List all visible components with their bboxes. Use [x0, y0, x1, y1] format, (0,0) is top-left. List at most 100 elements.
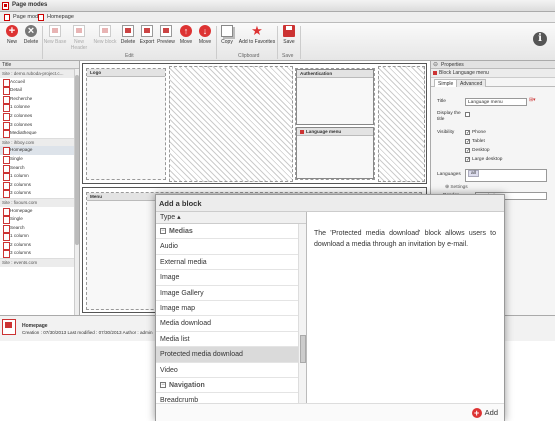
copy-button[interactable]: Copy: [215, 25, 239, 51]
tree-page-row[interactable]: Accueil: [0, 78, 79, 87]
block-type-row[interactable]: Audio: [156, 239, 306, 255]
save-button[interactable]: Save: [277, 25, 301, 51]
move-down-button[interactable]: ↓ Move: [193, 25, 217, 51]
tree-page-row[interactable]: 3 columns: [0, 189, 79, 198]
language-menu-block[interactable]: Language menu: [296, 127, 374, 179]
authentication-block[interactable]: Authentication: [296, 69, 374, 125]
block-description: The 'Protected media download' block all…: [314, 230, 496, 248]
new-base-button[interactable]: New Base: [43, 25, 67, 51]
scrollbar-thumb[interactable]: [300, 335, 306, 363]
new-block-label: New block: [93, 39, 117, 45]
block-type-row[interactable]: External media: [156, 255, 306, 271]
tab-advanced[interactable]: Advanced: [456, 79, 487, 87]
window-title: Page modes: [12, 2, 48, 8]
display-title-checkbox[interactable]: [465, 112, 470, 117]
category-group-row[interactable]: − Navigation: [156, 378, 306, 394]
visibility-large-desktop-checkbox[interactable]: ✓: [465, 157, 470, 163]
tree-header: Title: [0, 61, 79, 69]
visibility-large-desktop-label: Large desktop: [472, 157, 503, 162]
title-input[interactable]: Language menu: [465, 98, 527, 106]
info-icon[interactable]: i: [533, 32, 547, 46]
edit-group-label: Edit: [125, 53, 134, 59]
visibility-desktop-label: Desktop: [472, 148, 490, 153]
logo-block[interactable]: Logo: [86, 68, 166, 180]
visibility-desktop-checkbox[interactable]: ✓: [465, 148, 470, 154]
tab-homepage[interactable]: Homepage: [36, 13, 74, 22]
add-block-dialog: Add a block Type ▴ − Medias Audio External …: [155, 194, 505, 421]
clipboard-group-label: Clipboard: [238, 53, 260, 59]
tree-page-row[interactable]: Mediatheque: [0, 129, 79, 138]
tree-page-row[interactable]: Homepage: [0, 207, 79, 216]
new-block-icon: [99, 25, 111, 37]
tree-page-row[interactable]: Detail: [0, 86, 79, 95]
tree-page-row[interactable]: Recherche: [0, 95, 79, 104]
language-menu-block-title: Language menu: [297, 128, 373, 136]
tree-page-row[interactable]: Single: [0, 155, 79, 164]
tree-page-row[interactable]: 1 column: [0, 232, 79, 241]
properties-header[interactable]: Properties: [431, 61, 555, 69]
delete-label: Delete: [23, 39, 39, 45]
add-to-favorites-button[interactable]: ★ Add to Favorites: [238, 24, 276, 51]
tree-page-row[interactable]: 3 colonnes: [0, 121, 79, 130]
block-type-row[interactable]: Image: [156, 270, 306, 286]
tree-page-row[interactable]: Single: [0, 215, 79, 224]
tree-page-row[interactable]: 1 colonne: [0, 103, 79, 112]
block-type-row[interactable]: Media download: [156, 316, 306, 332]
block-type-row[interactable]: Image Gallery: [156, 286, 306, 301]
visibility-tablet-checkbox[interactable]: ✓: [465, 139, 470, 145]
tree-page-row[interactable]: Homepage: [0, 146, 79, 155]
block-title: Block Language menu: [431, 69, 555, 78]
block-type-row[interactable]: Breadcrumb: [156, 393, 306, 403]
tree-page-row[interactable]: 2 columns: [0, 241, 79, 250]
tree-page-row[interactable]: 2 colonnes: [0, 112, 79, 121]
add-to-favorites-label: Add to Favorites: [238, 39, 276, 45]
site-tree-panel: Title Site : demo.ruboda-project.c... Acc…: [0, 61, 80, 315]
arrow-up-icon: ↑: [180, 25, 192, 37]
move-down-label: Move: [198, 39, 212, 45]
copy-icon: [221, 25, 233, 37]
scrollbar-thumb[interactable]: [75, 75, 79, 245]
tree-page-row[interactable]: 1 column: [0, 172, 79, 181]
tree-site-row[interactable]: Site : ihboy.com: [0, 137, 79, 147]
tree-page-row[interactable]: Search: [0, 224, 79, 233]
tree-site-row[interactable]: Site : events.com: [0, 258, 79, 267]
translate-icon[interactable]: ⊞▾: [529, 98, 535, 103]
block-type-row[interactable]: Video: [156, 363, 306, 378]
visibility-tablet-label: Tablet: [472, 139, 485, 144]
block-type-row[interactable]: Protected media download: [156, 347, 306, 363]
tree-site-row[interactable]: Site : demo.ruboda-project.c...: [0, 69, 79, 78]
status-meta: Creation : 07/30/2013 Last modified : 07…: [22, 330, 153, 335]
dialog-scrollbar[interactable]: [298, 224, 306, 403]
tab-bar: Page modes Homepage: [0, 12, 555, 23]
type-column-header[interactable]: Type ▴: [156, 212, 306, 224]
tab-simple[interactable]: Simple: [434, 79, 458, 87]
tree-page-row[interactable]: 3 columns: [0, 249, 79, 259]
window-titlebar: Page modes: [0, 0, 555, 12]
tree-page-row[interactable]: 2 columns: [0, 181, 79, 190]
add-button[interactable]: + Add: [471, 406, 498, 420]
languages-select[interactable]: all: [465, 169, 547, 182]
tree-page-row[interactable]: Search: [0, 164, 79, 173]
ribbon-separator: [300, 26, 301, 59]
page-icon: [2, 319, 16, 335]
right-column-zone: Authentication Language menu: [295, 68, 375, 180]
tree-scrollbar[interactable]: [74, 69, 79, 315]
category-group-row[interactable]: − Medias: [156, 224, 306, 240]
collapse-icon[interactable]: −: [160, 228, 166, 235]
settings-toggle[interactable]: ⊕ Settings: [445, 185, 468, 190]
block-type-row[interactable]: Image map: [156, 301, 306, 317]
language-tag: all: [468, 170, 479, 177]
ribbon-toolbar: New Delete New Base New Header New block…: [0, 23, 555, 61]
visibility-label: Visibility: [437, 130, 455, 135]
delete-block-label: Delete: [120, 39, 136, 45]
properties-tabs: Simple Advanced: [431, 78, 555, 87]
dialog-title: Add a block: [156, 195, 504, 212]
collapse-icon[interactable]: −: [160, 382, 166, 389]
delete-page-button[interactable]: Delete: [19, 25, 43, 51]
add-label: Add: [484, 408, 498, 417]
new-block-button[interactable]: New block: [93, 25, 117, 51]
tree-site-row[interactable]: Site : fixours.com: [0, 197, 79, 207]
new-header-button[interactable]: New Header: [67, 25, 91, 51]
block-type-row[interactable]: Media list: [156, 332, 306, 348]
visibility-phone-checkbox[interactable]: ✓: [465, 130, 470, 136]
